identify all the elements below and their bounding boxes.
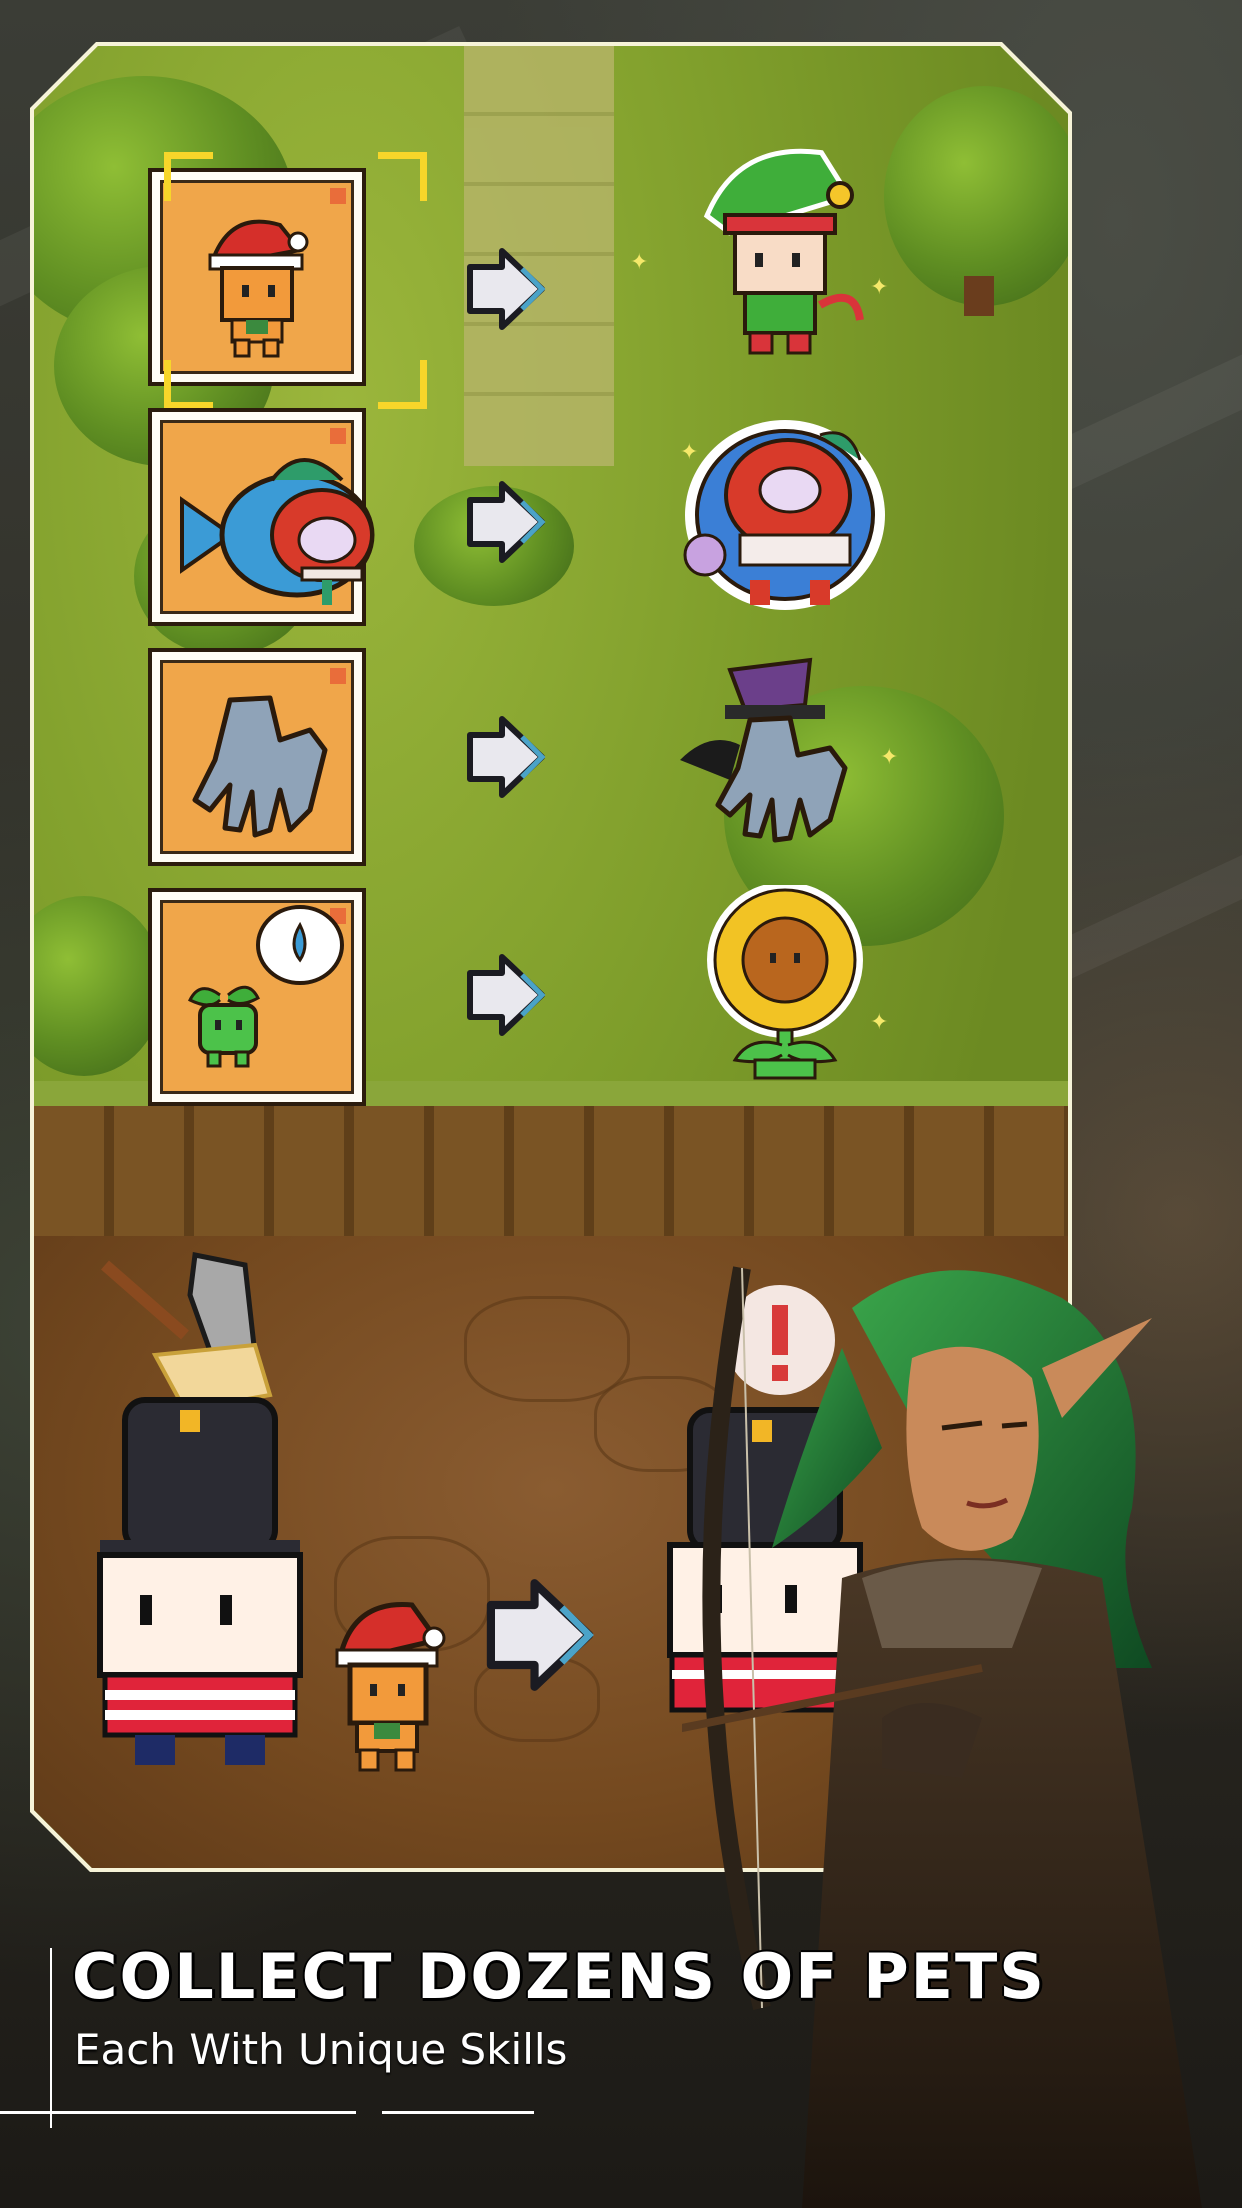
axe-icon [101,1252,273,1413]
grey-hand-icon [192,695,328,838]
sparkle-icon: ✦ [680,440,699,465]
sparkle-icon: ✦ [870,275,889,300]
selection-corner [164,152,213,201]
divider [0,2111,356,2114]
evolve-arrow-icon [467,248,546,330]
promo-subtitle: Each With Unique Skills [74,2025,568,2074]
pet-card-3[interactable] [148,648,366,866]
evolve-arrow-icon [467,716,546,798]
evolve-arrow-icon [467,481,546,563]
tree [34,896,164,1076]
caption-accent-line [50,1948,52,2128]
promo-title: COLLECT DOZENS OF PETS [72,1940,1046,2013]
evolve-arrow-icon [467,954,546,1036]
lion-dance-icon [683,420,885,610]
sunflower-icon [707,885,863,1080]
soldier-hero-icon [97,1397,303,1765]
sprout-icon [187,905,344,1068]
evolve-arrow-icon [486,1579,594,1691]
fish-icon [180,458,375,605]
selection-corner [378,360,427,409]
sparkle-icon: ✦ [880,745,899,770]
santa-hat-kid-icon [335,1602,446,1772]
hat-hand-icon [680,657,848,843]
selection-corner [378,152,427,201]
sparkle-icon: ✦ [630,250,649,275]
tree [884,86,1068,306]
divider [382,2111,534,2114]
pet-card-4[interactable] [148,888,366,1106]
elf-icon [703,148,864,355]
selection-corner [164,360,213,409]
pet-card-1[interactable] [148,168,366,386]
sparkle-icon: ✦ [870,1010,889,1035]
santa-hat-kid-icon [208,219,309,358]
